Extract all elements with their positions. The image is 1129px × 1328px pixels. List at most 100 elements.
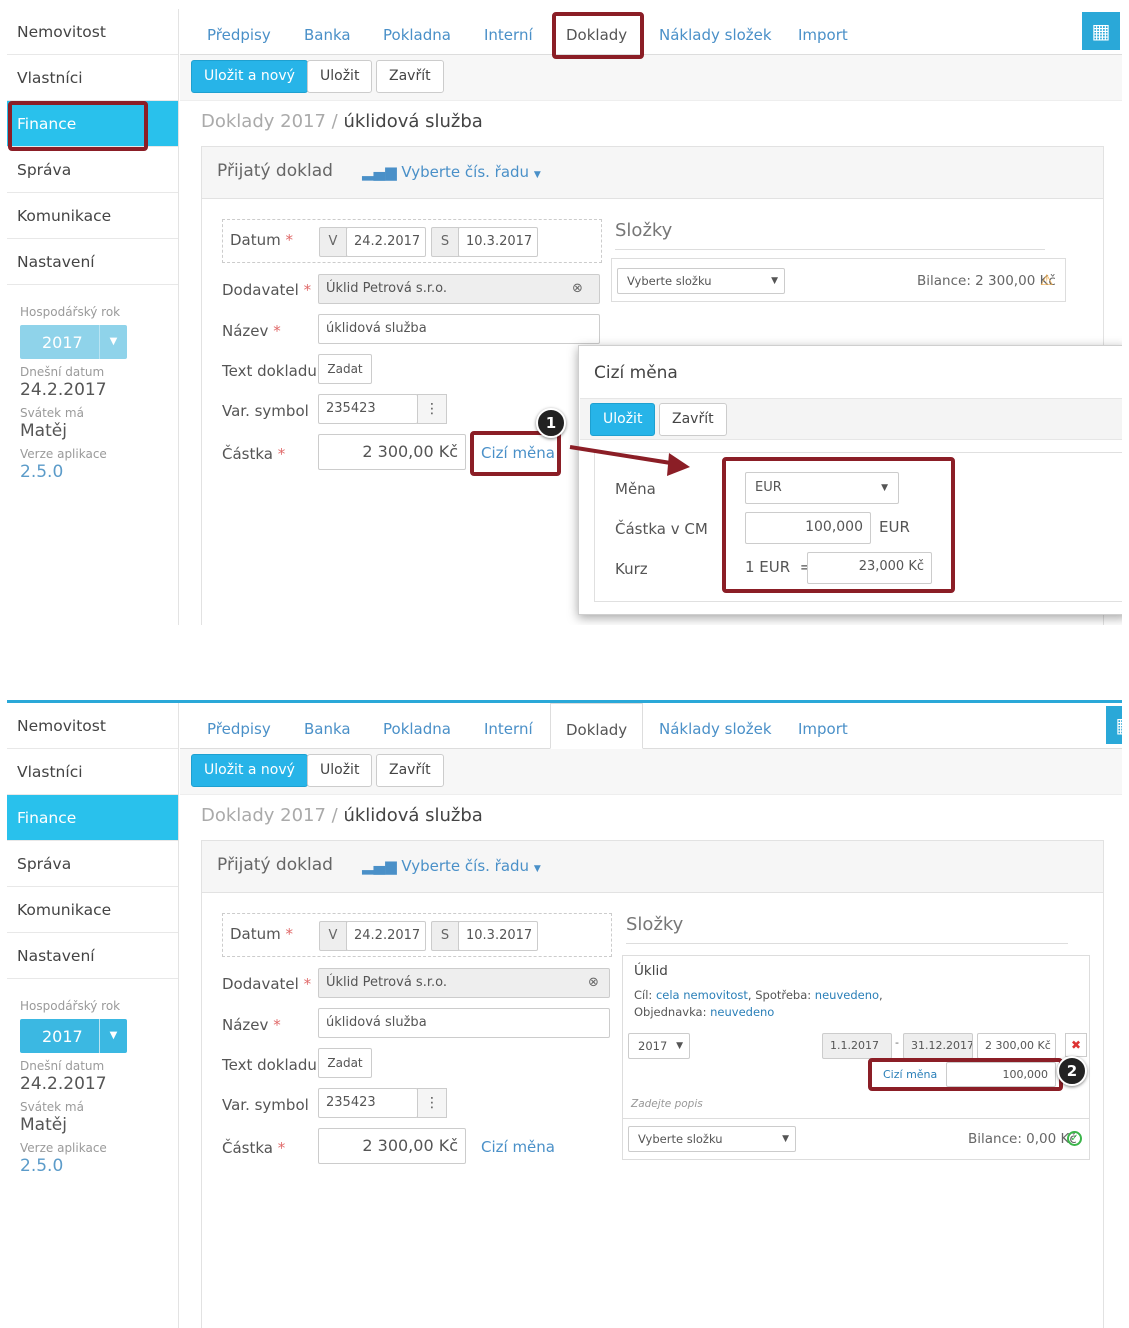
caret-down-icon[interactable]: ▼ [99,325,127,359]
sidebar-item-nastaveni[interactable]: Nastavení [7,933,178,979]
sidebar: Nemovitost Vlastníci Finance Správa Komu… [7,703,179,1328]
date-label-text: Datum [230,231,281,249]
component-card: Úklid Cíl: cela nemovitost, Spotřeba: ne… [622,955,1090,1160]
today-value: 24.2.2017 [20,380,107,400]
sidebar-item-komunikace[interactable]: Komunikace [7,887,178,933]
calendar-icon[interactable]: ▦ [1082,12,1120,50]
divider [623,1118,1089,1119]
sidebar-meta: Hospodářský rok 2017 ▼ Dnešní datum 24.2.… [7,979,178,1176]
supplier-input[interactable]: Úklid Petrová s.r.o. [318,968,610,998]
calendar-icon[interactable]: ▦ [1106,706,1122,744]
nameday-label: Svátek má [20,406,84,420]
component-from-input[interactable]: 1.1.2017 [822,1033,892,1059]
rate-label: Kurz [615,560,648,578]
text-add-button[interactable]: Zadat [318,354,372,384]
objednavka-link[interactable]: neuvedeno [710,1005,774,1019]
highlight-currency-fields [722,457,955,593]
slozka-select[interactable]: Vyberte složku ▼ [617,268,785,294]
more-icon[interactable]: ⋮ [417,394,447,424]
fiscal-year-select[interactable]: 2017 ▼ [20,325,127,359]
sidebar-item-nemovitost[interactable]: Nemovitost [7,9,178,55]
amount-input[interactable]: 2 300,00 Kč [318,1128,466,1164]
required-mark: * [303,281,312,299]
cil-label: Cíl: [634,988,653,1002]
component-amount-input[interactable]: 2 300,00 Kč [977,1033,1056,1059]
close-button[interactable]: Zavřít [376,754,444,787]
tab-naklady-slozek[interactable]: Náklady složek [659,9,772,55]
sidebar-item-nemovitost[interactable]: Nemovitost [7,703,178,749]
sidebar-item-finance[interactable]: Finance [7,795,178,841]
clear-icon[interactable]: ⊗ [588,975,599,990]
sidebar-item-nastaveni[interactable]: Nastavení [7,239,178,285]
v-date-input[interactable]: 24.2.2017 [346,921,426,951]
description-input[interactable]: Zadejte popis [631,1098,703,1110]
tab-interni[interactable]: Interní [484,9,533,55]
card-header: Přijatý doklad ▂▄▆ Vyberte čís. řadu ▼ [202,147,1103,199]
arrow-icon [569,445,690,476]
tab-import[interactable]: Import [798,703,848,749]
tab-interni[interactable]: Interní [484,703,533,749]
caret-down-icon[interactable]: ▼ [99,1019,127,1053]
highlight-finance-item [8,101,148,151]
foreign-currency-link[interactable]: Cizí měna [481,1138,555,1156]
fiscal-year-select[interactable]: 2017 ▼ [20,1019,127,1053]
amount-input[interactable]: 2 300,00 Kč [318,434,466,470]
version-value: 2.5.0 [20,1156,64,1176]
cil-link[interactable]: cela nemovitost [656,988,748,1002]
amount-label: Částka * [222,1139,285,1157]
breadcrumb-section[interactable]: Doklady 2017 / [201,805,338,826]
var-symbol-label: Var. symbol [222,1096,309,1114]
tab-doklady[interactable]: Doklady [550,703,644,749]
date-label: Datum * [230,925,293,943]
sidebar-item-vlastnici[interactable]: Vlastníci [7,749,178,795]
tab-naklady-slozek[interactable]: Náklady složek [659,703,772,749]
s-date-input[interactable]: 10.3.2017 [458,921,538,951]
fiscal-year-value: 2017 [42,1027,83,1046]
name-input[interactable]: úklidová služba [318,314,600,344]
component-to-input[interactable]: 31.12.2017 [903,1033,973,1059]
text-add-button[interactable]: Zadat [318,1048,372,1078]
nameday-label: Svátek má [20,1100,84,1114]
required-mark: * [285,231,294,249]
tab-pokladna[interactable]: Pokladna [383,9,451,55]
save-new-button[interactable]: Uložit a nový [191,60,308,93]
more-icon[interactable]: ⋮ [417,1088,447,1118]
remove-component-icon[interactable]: ✖ [1065,1033,1087,1057]
slozky-title: Složky [615,220,673,241]
sidebar-meta: Hospodářský rok 2017 ▼ Dnešní datum 24.2.… [7,285,178,482]
s-date-input[interactable]: 10.3.2017 [458,227,538,257]
tab-banka[interactable]: Banka [304,9,351,55]
v-prefix: V [319,227,347,257]
v-date-input[interactable]: 24.2.2017 [346,227,426,257]
annotation-badge-1: 1 [536,408,566,438]
var-symbol-input[interactable]: 235423 [318,1088,418,1118]
tab-predpisy[interactable]: Předpisy [207,703,271,749]
tab-predpisy[interactable]: Předpisy [207,9,271,55]
sidebar-item-komunikace[interactable]: Komunikace [7,193,178,239]
slozka-select[interactable]: Vyberte složku ▼ [628,1126,796,1152]
card-title: Přijatý doklad [217,855,333,875]
save-button[interactable]: Uložit [307,754,373,787]
tab-import[interactable]: Import [798,9,848,55]
clear-icon[interactable]: ⊗ [572,281,583,296]
save-new-button[interactable]: Uložit a nový [191,754,308,787]
sidebar-item-sprava[interactable]: Správa [7,147,178,193]
name-input[interactable]: úklidová služba [318,1008,610,1038]
var-symbol-input[interactable]: 235423 [318,394,418,424]
tab-banka[interactable]: Banka [304,703,351,749]
amount-label-text: Částka [222,1139,273,1157]
series-dropdown[interactable]: ▂▄▆ Vyberte čís. řadu ▼ [362,857,541,875]
version-label: Verze aplikace [20,1141,107,1155]
spotreba-link[interactable]: neuvedeno [815,988,879,1002]
breadcrumb-section[interactable]: Doklady 2017 / [201,111,338,132]
sidebar-item-vlastnici[interactable]: Vlastníci [7,55,178,101]
series-dropdown[interactable]: ▂▄▆ Vyberte čís. řadu ▼ [362,163,541,181]
save-button[interactable]: Uložit [307,60,373,93]
main-area: Předpisy Banka Pokladna Interní Doklady … [180,9,1122,625]
sidebar-item-sprava[interactable]: Správa [7,841,178,887]
tab-pokladna[interactable]: Pokladna [383,703,451,749]
close-button[interactable]: Zavřít [376,60,444,93]
annotation-badge-2: 2 [1057,1056,1087,1086]
component-year-select[interactable]: 2017 ▼ [628,1033,690,1059]
supplier-input[interactable]: Úklid Petrová s.r.o. [318,274,600,304]
